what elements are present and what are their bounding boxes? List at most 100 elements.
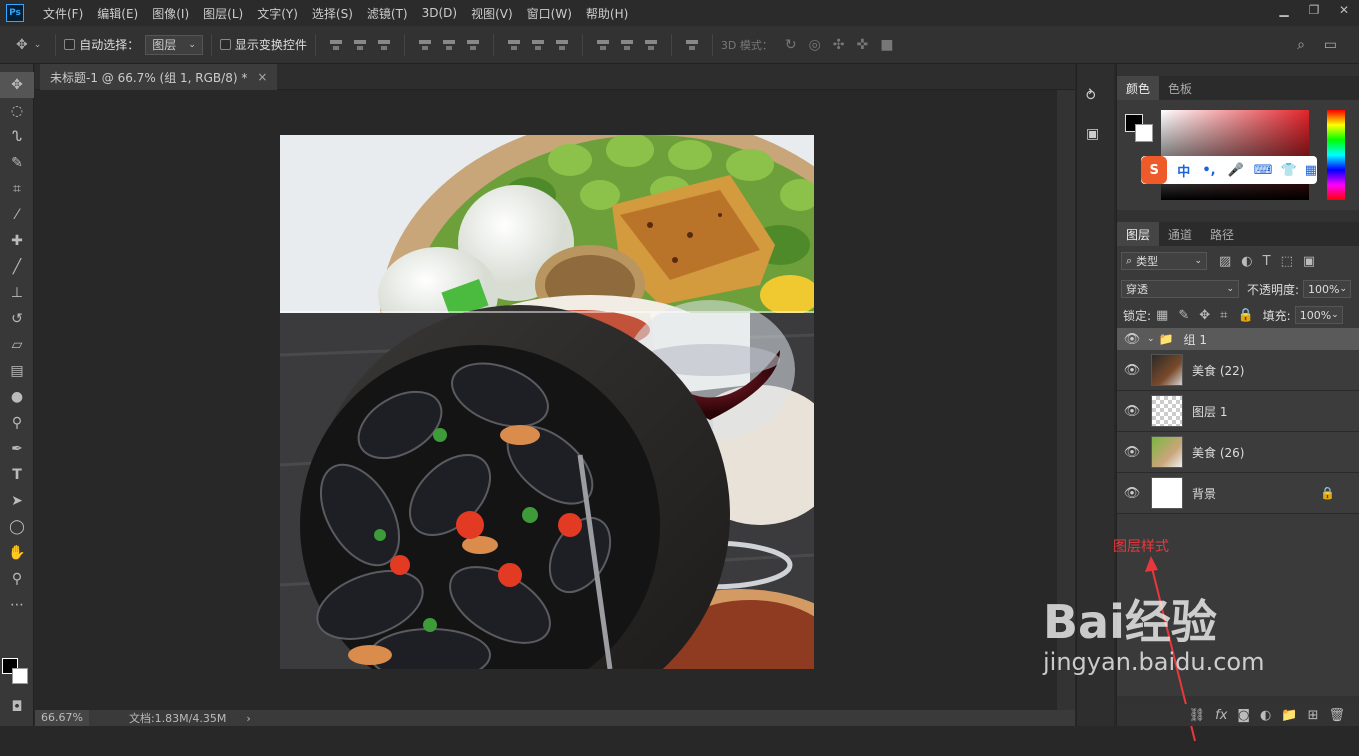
layer-filter-dropdown[interactable]: ⌕ 类型 ⌄ bbox=[1121, 252, 1207, 270]
align-hcenter-icon[interactable] bbox=[442, 38, 455, 52]
chevron-down-icon[interactable]: ⌄ bbox=[34, 40, 42, 50]
minimize-button[interactable]: ▁ bbox=[1269, 0, 1299, 20]
align-left-icon[interactable] bbox=[418, 38, 431, 52]
menu-help[interactable]: 帮助(H) bbox=[579, 5, 635, 22]
distribute-left-icon[interactable] bbox=[596, 38, 609, 52]
more-tools-icon[interactable]: ⋯ bbox=[0, 592, 34, 618]
opacity-input[interactable]: 100% ⌄ bbox=[1303, 280, 1352, 298]
distribute-right-icon[interactable] bbox=[644, 38, 657, 52]
document-tab[interactable]: 未标题-1 @ 66.7% (组 1, RGB/8) * × bbox=[40, 64, 278, 90]
lock-position-icon[interactable]: ✥ bbox=[1199, 308, 1210, 323]
menu-3d[interactable]: 3D(D) bbox=[415, 6, 464, 20]
adjustment-layer-icon[interactable]: ◐ bbox=[1260, 708, 1271, 723]
filter-adjustment-icon[interactable]: ◐ bbox=[1241, 254, 1252, 269]
orbit-3d-icon[interactable]: ↻ bbox=[785, 37, 797, 53]
menu-filter[interactable]: 滤镜(T) bbox=[360, 5, 415, 22]
visibility-eye-icon[interactable]: 👁 bbox=[1117, 445, 1147, 460]
layer-row[interactable]: 👁 图层 1 bbox=[1117, 391, 1359, 432]
lock-image-icon[interactable]: ✎ bbox=[1178, 308, 1189, 323]
lock-artboard-icon[interactable]: ⌗ bbox=[1220, 308, 1227, 323]
tab-layers[interactable]: 图层 bbox=[1117, 222, 1160, 246]
align-bottom-icon[interactable] bbox=[377, 38, 390, 52]
new-layer-icon[interactable]: ⊞ bbox=[1308, 708, 1319, 723]
workspace-icon[interactable]: ▭ bbox=[1324, 37, 1337, 53]
tab-channels[interactable]: 通道 bbox=[1159, 222, 1201, 246]
fill-input[interactable]: 100% ⌄ bbox=[1294, 306, 1343, 324]
visibility-eye-icon[interactable]: 👁 bbox=[1117, 486, 1147, 501]
dodge-tool-icon[interactable]: ⚲ bbox=[0, 410, 34, 436]
ime-toolbar[interactable]: S 中 •, 🎤 ⌨ 👕 ▦ bbox=[1141, 156, 1317, 184]
align-right-icon[interactable] bbox=[466, 38, 479, 52]
layer-row[interactable]: 👁 美食 (22) bbox=[1117, 350, 1359, 391]
move-tool-icon[interactable]: ✥ bbox=[0, 72, 34, 98]
history-brush-tool-icon[interactable]: ↺ bbox=[0, 306, 34, 332]
color-field[interactable] bbox=[1161, 110, 1309, 200]
filter-shape-icon[interactable]: ⬚ bbox=[1281, 254, 1293, 269]
eraser-tool-icon[interactable]: ▱ bbox=[0, 332, 34, 358]
path-select-tool-icon[interactable]: ➤ bbox=[0, 488, 34, 514]
lock-all-icon[interactable]: 🔒 bbox=[1237, 308, 1253, 323]
filter-pixel-icon[interactable]: ▨ bbox=[1219, 254, 1231, 269]
show-transform-checkbox[interactable] bbox=[219, 39, 231, 50]
close-icon[interactable]: × bbox=[257, 70, 267, 84]
brush-tool-icon[interactable]: ╱ bbox=[0, 254, 34, 280]
menu-view[interactable]: 视图(V) bbox=[464, 5, 520, 22]
menu-window[interactable]: 窗口(W) bbox=[520, 5, 579, 22]
zoom-level[interactable]: 66.67% bbox=[35, 710, 89, 726]
properties-panel-icon[interactable]: ▣ bbox=[1086, 126, 1106, 146]
tab-swatches[interactable]: 色板 bbox=[1159, 76, 1201, 100]
move-tool-icon[interactable]: ✥ bbox=[16, 37, 28, 53]
link-layers-icon[interactable]: ⛓ bbox=[1189, 708, 1206, 723]
align-vcenter-icon[interactable] bbox=[353, 38, 366, 52]
chevron-down-icon[interactable]: ⌄ bbox=[1147, 334, 1155, 344]
background-color-swatch[interactable] bbox=[12, 668, 28, 684]
menu-edit[interactable]: 编辑(E) bbox=[90, 5, 145, 22]
blur-tool-icon[interactable]: ● bbox=[0, 384, 34, 410]
gradient-tool-icon[interactable]: ▤ bbox=[0, 358, 34, 384]
menu-layer[interactable]: 图层(L) bbox=[196, 5, 250, 22]
marquee-tool-icon[interactable]: ◌ bbox=[0, 98, 34, 124]
distribute-bottom-icon[interactable] bbox=[555, 38, 568, 52]
layer-row[interactable]: 👁 背景 🔒 bbox=[1117, 473, 1359, 514]
auto-select-checkbox[interactable] bbox=[64, 39, 76, 50]
doc-info[interactable]: 文档:1.83M/4.35M bbox=[129, 710, 226, 726]
layer-mask-icon[interactable]: ◙ bbox=[1237, 708, 1250, 723]
lasso-tool-icon[interactable]: ᔐ bbox=[0, 124, 34, 150]
auto-select-dropdown[interactable]: 图层 ⌄ bbox=[145, 34, 203, 55]
visibility-eye-icon[interactable]: 👁 bbox=[1117, 363, 1147, 378]
menu-type[interactable]: 文字(Y) bbox=[250, 5, 305, 22]
slide-3d-icon[interactable]: ✜ bbox=[857, 37, 869, 53]
document-canvas[interactable] bbox=[280, 135, 814, 669]
layer-group-row[interactable]: 👁 ⌄ 📁 组 1 bbox=[1117, 328, 1359, 350]
toolbox-icon[interactable]: ▦ bbox=[1305, 163, 1317, 178]
blend-mode-dropdown[interactable]: 穿透 ⌄ bbox=[1121, 280, 1239, 298]
zoom-tool-icon[interactable]: ⚲ bbox=[0, 566, 34, 592]
menu-select[interactable]: 选择(S) bbox=[305, 5, 360, 22]
quick-select-tool-icon[interactable]: ✎ bbox=[0, 150, 34, 176]
roll-3d-icon[interactable]: ◎ bbox=[809, 37, 821, 53]
align-top-icon[interactable] bbox=[329, 38, 342, 52]
ime-chinese[interactable]: 中 bbox=[1177, 161, 1190, 180]
crop-tool-icon[interactable]: ⌗ bbox=[0, 176, 34, 202]
eyedropper-tool-icon[interactable]: ⁄ bbox=[0, 202, 34, 228]
ime-punctuation[interactable]: •, bbox=[1202, 163, 1215, 178]
auto-align-icon[interactable] bbox=[685, 38, 698, 52]
canvas-area[interactable] bbox=[35, 90, 1057, 710]
search-icon[interactable]: ⌕ bbox=[1297, 37, 1305, 53]
skin-icon[interactable]: 👕 bbox=[1281, 163, 1297, 178]
pen-tool-icon[interactable]: ✒ bbox=[0, 436, 34, 462]
menu-file[interactable]: 文件(F) bbox=[36, 5, 90, 22]
layer-row[interactable]: 👁 美食 (26) bbox=[1117, 432, 1359, 473]
filter-type-icon[interactable]: T bbox=[1263, 254, 1271, 269]
status-expand-icon[interactable]: › bbox=[246, 712, 250, 725]
visibility-eye-icon[interactable]: 👁 bbox=[1117, 404, 1147, 419]
hue-slider[interactable] bbox=[1327, 110, 1345, 200]
color-swatches[interactable] bbox=[2, 658, 32, 688]
camera-3d-icon[interactable]: ■ bbox=[880, 37, 893, 53]
new-group-icon[interactable]: 📁 bbox=[1281, 708, 1297, 723]
filter-smart-icon[interactable]: ▣ bbox=[1303, 254, 1315, 269]
hand-tool-icon[interactable]: ✋ bbox=[0, 540, 34, 566]
restore-button[interactable]: ❐ bbox=[1299, 0, 1329, 20]
lock-transparent-icon[interactable]: ▦ bbox=[1156, 308, 1168, 323]
layer-style-fx-icon[interactable]: fx bbox=[1215, 708, 1227, 723]
